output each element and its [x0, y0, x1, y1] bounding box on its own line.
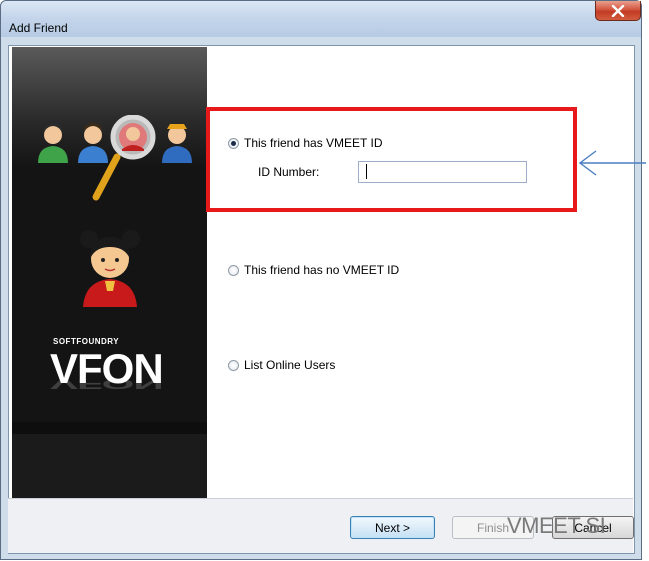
overlay-caption: VMEET SI: [507, 513, 606, 538]
users-search-illustration: [38, 115, 192, 201]
radio-list-online[interactable]: [228, 359, 239, 371]
side-banner: SOFTFOUNDRY VFON VFON: [12, 47, 207, 498]
close-icon: [611, 4, 625, 17]
option-list-online-label: List Online Users: [244, 358, 336, 372]
radio-no-id[interactable]: [228, 264, 239, 276]
next-button[interactable]: Next >: [350, 516, 435, 539]
user-orange-icon: [162, 124, 192, 163]
option-no-vmeet-id[interactable]: This friend has no VMEET ID: [228, 263, 399, 277]
option-list-online-users[interactable]: List Online Users: [228, 358, 335, 372]
close-button[interactable]: [595, 1, 641, 21]
girl-avatar-icon: [80, 230, 140, 307]
user-blue-icon: [78, 123, 108, 163]
user-green-icon: [38, 123, 68, 163]
window-title: Add Friend: [9, 21, 68, 35]
highlight-box: [206, 107, 577, 212]
pointer-arrow-icon: [578, 150, 646, 176]
brand-vfon-reflection: VFON: [50, 375, 163, 393]
title-bar[interactable]: Add Friend: [1, 1, 641, 37]
option-no-id-label: This friend has no VMEET ID: [244, 263, 400, 277]
